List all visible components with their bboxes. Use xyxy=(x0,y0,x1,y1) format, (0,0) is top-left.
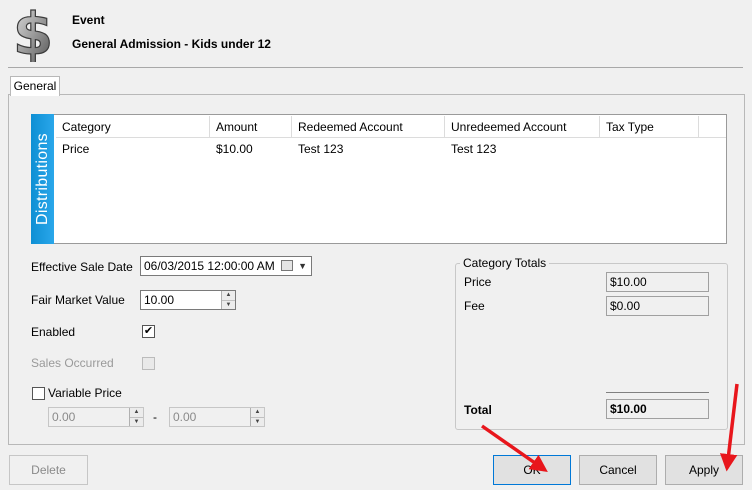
annotation-arrow-ok xyxy=(480,424,548,473)
annotation-arrow-apply xyxy=(719,383,739,472)
annotation-arrows xyxy=(480,383,739,473)
